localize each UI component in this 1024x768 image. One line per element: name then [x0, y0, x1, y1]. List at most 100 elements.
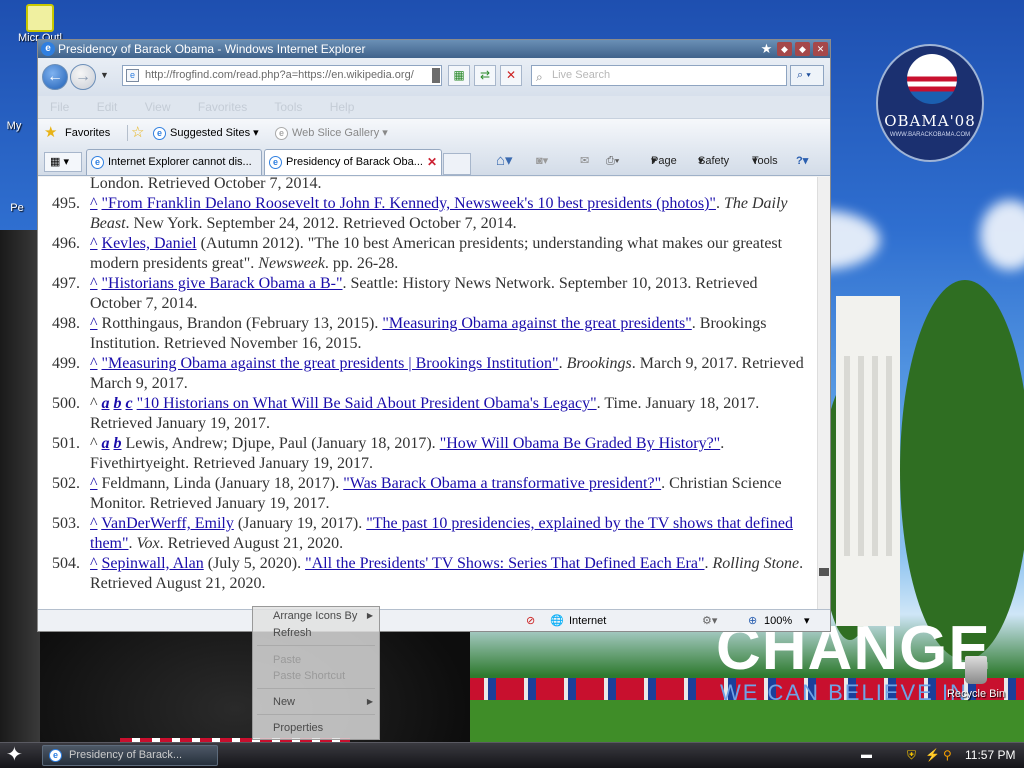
print-icon[interactable]: ⎙▾: [606, 146, 619, 176]
menu-item-paste: Paste: [273, 654, 302, 666]
protected-mode-icon[interactable]: ⚙▾: [702, 610, 717, 632]
stop-button[interactable]: ✕: [500, 65, 522, 86]
forward-button[interactable]: →: [70, 64, 96, 90]
refresh-button[interactable]: ⇄: [474, 65, 496, 86]
menu-edit[interactable]: Edit: [97, 100, 118, 114]
menu-favorites[interactable]: Favorites: [198, 100, 247, 114]
vertical-scrollbar[interactable]: [817, 177, 830, 609]
ref-text: . pp. 26-28.: [324, 255, 399, 272]
close-tab-icon[interactable]: ✕: [427, 150, 437, 174]
blocked-icon[interactable]: ⊘: [526, 610, 535, 632]
ref-backlink[interactable]: ^: [90, 475, 98, 492]
feeds-icon[interactable]: ◙▾: [536, 146, 548, 176]
tab-row: ▦ ▾ e Internet Explorer cannot dis... e Pr…: [38, 146, 830, 176]
menu-item-properties[interactable]: Properties: [273, 722, 323, 734]
zoom-dropdown[interactable]: ▾: [804, 610, 810, 632]
suggested-sites-button[interactable]: e Suggested Sites ▾: [153, 119, 259, 147]
ref-backlink[interactable]: ^: [90, 555, 98, 572]
mail-icon[interactable]: ✉: [580, 146, 589, 176]
address-bar[interactable]: e http://frogfind.com/read.php?a=https:/…: [122, 65, 442, 86]
start-button[interactable]: ✦: [6, 744, 23, 766]
page-content[interactable]: London. Retrieved October 7, 2014. 495. ^…: [38, 177, 817, 609]
menu-help[interactable]: Help: [330, 100, 355, 114]
ref-title-link[interactable]: "How Will Obama Be Graded By History?": [440, 435, 721, 452]
menu-divider: [257, 645, 375, 646]
ref-title-link[interactable]: "All the Presidents' TV Shows: Series Th…: [305, 555, 704, 572]
desktop[interactable]: OBAMA'08 WWW.BARACKOBAMA.COM CHANGE WE C…: [0, 0, 1024, 768]
clock[interactable]: 11:57 PM: [965, 743, 1015, 768]
close-button[interactable]: ✕: [813, 42, 828, 56]
desktop-icon-pe[interactable]: Pe: [0, 172, 40, 214]
recycle-bin[interactable]: Recycle Bin: [946, 656, 1006, 700]
network-icon[interactable]: ⚡: [925, 743, 940, 768]
menu-file[interactable]: File: [50, 100, 69, 114]
maximize-button[interactable]: ◆: [795, 42, 810, 56]
help-icon[interactable]: ?▾: [796, 146, 808, 176]
ref-number: 500.: [52, 395, 80, 412]
back-button[interactable]: ←: [42, 64, 68, 90]
search-button[interactable]: ⌕ ▾: [790, 65, 824, 86]
tools-menu[interactable]: Tools ▾: [752, 146, 778, 176]
menu-item-new[interactable]: New: [273, 696, 295, 708]
search-tray-icon[interactable]: ⚲: [943, 743, 952, 768]
ref-backlink[interactable]: ^: [90, 515, 98, 532]
ref-backlink-b[interactable]: b: [114, 395, 122, 412]
list-item: 497. ^ "Historians give Barack Obama a B-…: [38, 274, 817, 314]
ref-author-link[interactable]: VanDerWerff, Emily: [101, 515, 234, 532]
ref-backlink[interactable]: ^: [90, 355, 98, 372]
submenu-arrow-icon: ▶: [366, 697, 373, 706]
ref-backlink[interactable]: ^: [90, 275, 98, 292]
ref-backlink-c[interactable]: c: [126, 395, 133, 412]
ref-title-link[interactable]: "Was Barack Obama a transformative presi…: [343, 475, 661, 492]
tab-presidency[interactable]: e Presidency of Barack Oba... ✕: [264, 149, 442, 175]
compatibility-view-button[interactable]: ▦: [448, 65, 470, 86]
scrollbar-thumb[interactable]: [819, 568, 829, 576]
references-list: London. Retrieved October 7, 2014. 495. ^…: [38, 177, 817, 594]
add-favorite-icon[interactable]: ☆: [131, 119, 144, 147]
ref-backlink[interactable]: ^: [90, 315, 98, 332]
title-bar[interactable]: e Presidency of Barack Obama - Windows I…: [38, 40, 830, 58]
ref-backlink-a[interactable]: a: [102, 435, 110, 452]
taskbar-button-label: Presidency of Barack...: [69, 749, 183, 761]
quick-tabs-button[interactable]: ▦ ▾: [44, 152, 82, 172]
rising-sun-icon: [907, 54, 957, 104]
search-input[interactable]: ⌕ Live Search: [531, 65, 787, 86]
ref-backlink[interactable]: ^: [90, 195, 98, 212]
taskbar-button-ie[interactable]: e Presidency of Barack...: [42, 745, 218, 766]
menu-item-refresh[interactable]: Refresh: [273, 627, 312, 639]
chevron-down-icon[interactable]: ▼: [100, 70, 109, 80]
list-item: 504. ^ Sepinwall, Alan (July 5, 2020). "A…: [38, 554, 817, 594]
ref-backlink-a[interactable]: a: [102, 395, 110, 412]
home-icon[interactable]: ⌂▾: [496, 146, 513, 176]
page-menu[interactable]: Page ▾: [651, 146, 677, 176]
slogan-believe: WE CAN BELIEVE IN: [720, 680, 968, 705]
ref-text: Feldmann, Linda (January 18, 2017).: [97, 475, 344, 492]
ref-backlink-b[interactable]: b: [114, 435, 122, 452]
safety-menu[interactable]: Safety ▾: [698, 146, 729, 176]
desktop-icon-my-computer[interactable]: My: [0, 96, 34, 132]
ref-title-link[interactable]: "Historians give Barack Obama a B-": [102, 275, 343, 292]
ref-backlink[interactable]: ^: [90, 235, 98, 252]
ref-title-link[interactable]: "Measuring Obama against the great presi…: [382, 315, 691, 332]
new-tab-button[interactable]: [443, 153, 471, 175]
minimize-button[interactable]: ◆: [777, 42, 792, 56]
address-url: http://frogfind.com/read.php?a=https://e…: [145, 69, 414, 81]
tab-cannot-display[interactable]: e Internet Explorer cannot dis...: [86, 149, 262, 175]
menu-item-arrange-icons[interactable]: Arrange Icons By: [273, 610, 357, 622]
keyboard-icon[interactable]: ▬: [861, 743, 872, 768]
menu-view[interactable]: View: [145, 100, 171, 114]
ie-window[interactable]: e Presidency of Barack Obama - Windows I…: [37, 39, 831, 632]
ref-title-link[interactable]: "From Franklin Delano Roosevelt to John …: [102, 195, 716, 212]
ref-title-link[interactable]: "10 Historians on What Will Be Said Abou…: [137, 395, 597, 412]
ref-author-link[interactable]: Kevles, Daniel: [102, 235, 197, 252]
favorites-button[interactable]: Favorites: [65, 119, 110, 147]
ref-author-link[interactable]: Sepinwall, Alan: [102, 555, 204, 572]
zoom-level[interactable]: 100%: [764, 610, 792, 632]
web-slice-gallery-button[interactable]: e Web Slice Gallery ▾: [275, 119, 388, 147]
zoom-icon: ⊕: [748, 615, 758, 627]
shield-icon[interactable]: ⛨: [907, 743, 916, 768]
security-zone[interactable]: Internet: [569, 610, 606, 632]
ref-title-link[interactable]: "Measuring Obama against the great presi…: [102, 355, 559, 372]
desktop-icon-outlook[interactable]: Micr Outl: [10, 4, 70, 44]
menu-tools[interactable]: Tools: [274, 100, 302, 114]
